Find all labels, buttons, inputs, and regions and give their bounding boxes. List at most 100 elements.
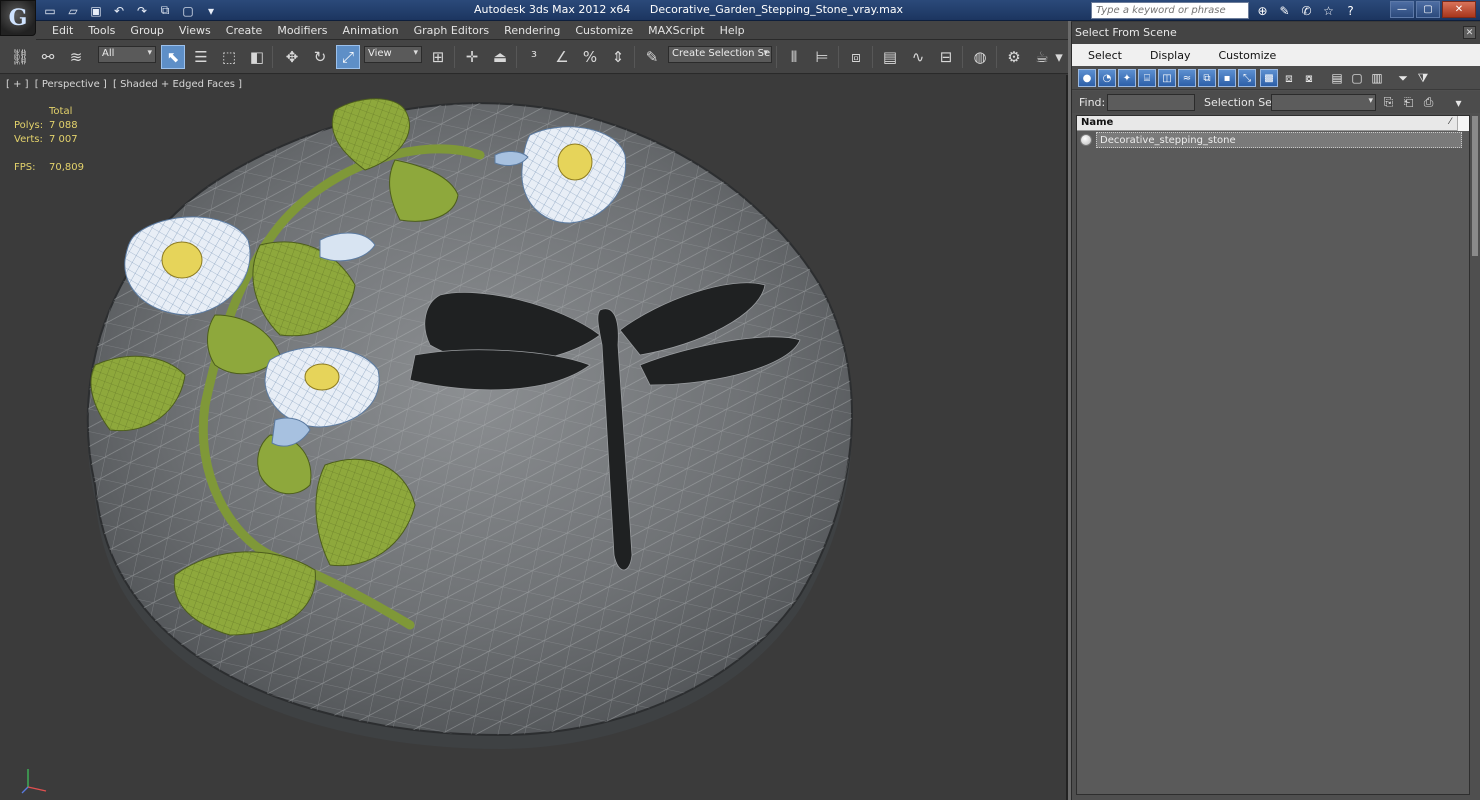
curve-editor-icon[interactable]: ∿: [906, 45, 930, 69]
menu-rendering[interactable]: Rendering: [500, 21, 568, 40]
menu-modifiers[interactable]: Modifiers: [273, 21, 335, 40]
filter-options-icon[interactable]: ⧩: [1414, 69, 1432, 87]
workspace-icon[interactable]: ▢: [178, 2, 198, 19]
percent-snap-icon[interactable]: %: [578, 45, 602, 69]
close-button[interactable]: ✕: [1442, 1, 1476, 18]
filter-icon[interactable]: ⏷: [1394, 69, 1412, 87]
rotate-icon[interactable]: ↻: [308, 45, 332, 69]
undo-icon[interactable]: ↶: [109, 2, 129, 19]
communication-icon[interactable]: ✆: [1297, 2, 1316, 19]
display-space-warps-icon[interactable]: ≈: [1178, 69, 1196, 87]
save-file-icon[interactable]: ▣: [86, 2, 106, 19]
open-file-icon[interactable]: ▱: [63, 2, 83, 19]
subscription-icon[interactable]: ✎: [1275, 2, 1294, 19]
column-header-label: Name: [1081, 117, 1114, 128]
toolbar-overflow-icon[interactable]: ▾: [1052, 45, 1066, 69]
application-logo-button[interactable]: G: [0, 0, 36, 36]
material-editor-icon[interactable]: ◍: [968, 45, 992, 69]
reference-coordinate-dropdown[interactable]: View: [364, 46, 422, 63]
select-invert-icon[interactable]: ▥: [1368, 69, 1386, 87]
display-bones-icon[interactable]: ⤡: [1238, 69, 1256, 87]
selection-set-edit-icon[interactable]: ⎙: [1420, 94, 1437, 111]
menu-create[interactable]: Create: [222, 21, 271, 40]
link-icon[interactable]: ⛓: [8, 45, 32, 69]
menu-animation[interactable]: Animation: [339, 21, 407, 40]
viewport-general-menu[interactable]: [ + ]: [6, 79, 29, 90]
display-cameras-icon[interactable]: ⌸: [1138, 69, 1156, 87]
binoculars-icon[interactable]: ⊕: [1253, 2, 1272, 19]
select-object-icon[interactable]: ⬉: [161, 45, 185, 69]
find-input[interactable]: [1107, 94, 1195, 111]
dialog-menu-customize[interactable]: Customize: [1210, 49, 1276, 62]
toolbar-separator: [962, 46, 963, 68]
select-none-icon[interactable]: ▢: [1348, 69, 1366, 87]
help-icon[interactable]: ?: [1341, 2, 1360, 19]
schematic-view-icon[interactable]: ⊟: [934, 45, 958, 69]
pivot-center-icon[interactable]: ⊞: [426, 45, 450, 69]
keyword-search-input[interactable]: [1091, 2, 1249, 19]
spinner-snap-icon[interactable]: ⇕: [606, 45, 630, 69]
display-geometry-icon[interactable]: ●: [1078, 69, 1096, 87]
maximize-button[interactable]: ▢: [1416, 1, 1440, 18]
snaps-toggle-icon[interactable]: ³: [522, 45, 546, 69]
menu-views[interactable]: Views: [175, 21, 219, 40]
viewport-pov-menu[interactable]: [ Perspective ]: [35, 79, 107, 90]
stepping-stone-model: [86, 98, 853, 750]
redo-icon[interactable]: ↷: [132, 2, 152, 19]
dialog-close-button[interactable]: ✕: [1463, 26, 1476, 39]
menu-edit[interactable]: Edit: [48, 21, 81, 40]
render-frame-icon[interactable]: ☕: [1030, 45, 1054, 69]
display-hidden-icon[interactable]: ⧇: [1300, 69, 1318, 87]
display-lights-icon[interactable]: ✦: [1118, 69, 1136, 87]
hold-icon[interactable]: ⧉: [155, 2, 175, 19]
favorites-star-icon[interactable]: ☆: [1319, 2, 1338, 19]
list-scrollbar[interactable]: [1472, 116, 1478, 256]
selection-filter-dropdown[interactable]: All: [98, 46, 156, 63]
window-crossing-icon[interactable]: ◧: [245, 45, 269, 69]
selection-set-remove-icon[interactable]: ⎗: [1400, 94, 1417, 111]
new-file-icon[interactable]: ▭: [40, 2, 60, 19]
render-setup-icon[interactable]: ⚙: [1002, 45, 1026, 69]
menu-tools[interactable]: Tools: [84, 21, 123, 40]
minimize-button[interactable]: —: [1390, 1, 1414, 18]
mirror-icon[interactable]: ⫴: [782, 45, 806, 69]
graphite-ribbon-icon[interactable]: ▤: [878, 45, 902, 69]
display-helpers-icon[interactable]: ◫: [1158, 69, 1176, 87]
display-frozen-icon[interactable]: ⧈: [1280, 69, 1298, 87]
display-groups-icon[interactable]: ⧉: [1198, 69, 1216, 87]
menu-maxscript[interactable]: MAXScript: [644, 21, 712, 40]
display-containers-icon[interactable]: ▩: [1260, 69, 1278, 87]
dialog-menu-select[interactable]: Select: [1080, 49, 1122, 62]
chevron-down-icon[interactable]: ▾: [201, 2, 221, 19]
menu-group[interactable]: Group: [126, 21, 172, 40]
select-all-icon[interactable]: ▤: [1328, 69, 1346, 87]
selection-set-add-icon[interactable]: ⎘: [1380, 94, 1397, 111]
edit-named-selection-icon[interactable]: ✎: [640, 45, 664, 69]
scene-object-list[interactable]: Name ⁄ Decorative_stepping_stone: [1076, 115, 1478, 795]
list-item[interactable]: Decorative_stepping_stone: [1077, 132, 1469, 148]
keyboard-shortcut-icon[interactable]: ⏏: [488, 45, 512, 69]
rectangular-selection-icon[interactable]: ⬚: [217, 45, 241, 69]
display-shapes-icon[interactable]: ◔: [1098, 69, 1116, 87]
panel-options-chevron-icon[interactable]: ▾: [1450, 94, 1467, 111]
perspective-viewport[interactable]: [ + ] [ Perspective ] [ Shaded + Edged F…: [0, 75, 1068, 800]
select-manipulate-icon[interactable]: ✛: [460, 45, 484, 69]
angle-snap-icon[interactable]: ∠: [550, 45, 574, 69]
scale-icon[interactable]: ⤢: [336, 45, 360, 69]
named-selection-set-dropdown[interactable]: Create Selection Se: [668, 46, 772, 63]
selection-set-dropdown[interactable]: [1271, 94, 1376, 111]
menu-customize[interactable]: Customize: [571, 21, 641, 40]
move-icon[interactable]: ✥: [280, 45, 304, 69]
menu-help[interactable]: Help: [716, 21, 753, 40]
dialog-menu-display[interactable]: Display: [1142, 49, 1191, 62]
unlink-icon[interactable]: ⚯: [36, 45, 60, 69]
menu-graph-editors[interactable]: Graph Editors: [410, 21, 498, 40]
align-icon[interactable]: ⊨: [810, 45, 834, 69]
layer-manager-icon[interactable]: ⧈: [844, 45, 868, 69]
viewport-shading-menu[interactable]: [ Shaded + Edged Faces ]: [113, 79, 242, 90]
select-by-name-icon[interactable]: ☰: [189, 45, 213, 69]
column-header-name[interactable]: Name ⁄: [1077, 116, 1469, 131]
display-xrefs-icon[interactable]: ▪: [1218, 69, 1236, 87]
bind-space-warp-icon[interactable]: ≋: [64, 45, 88, 69]
viewport-label-menu[interactable]: [ + ] [ Perspective ] [ Shaded + Edged F…: [6, 79, 245, 90]
